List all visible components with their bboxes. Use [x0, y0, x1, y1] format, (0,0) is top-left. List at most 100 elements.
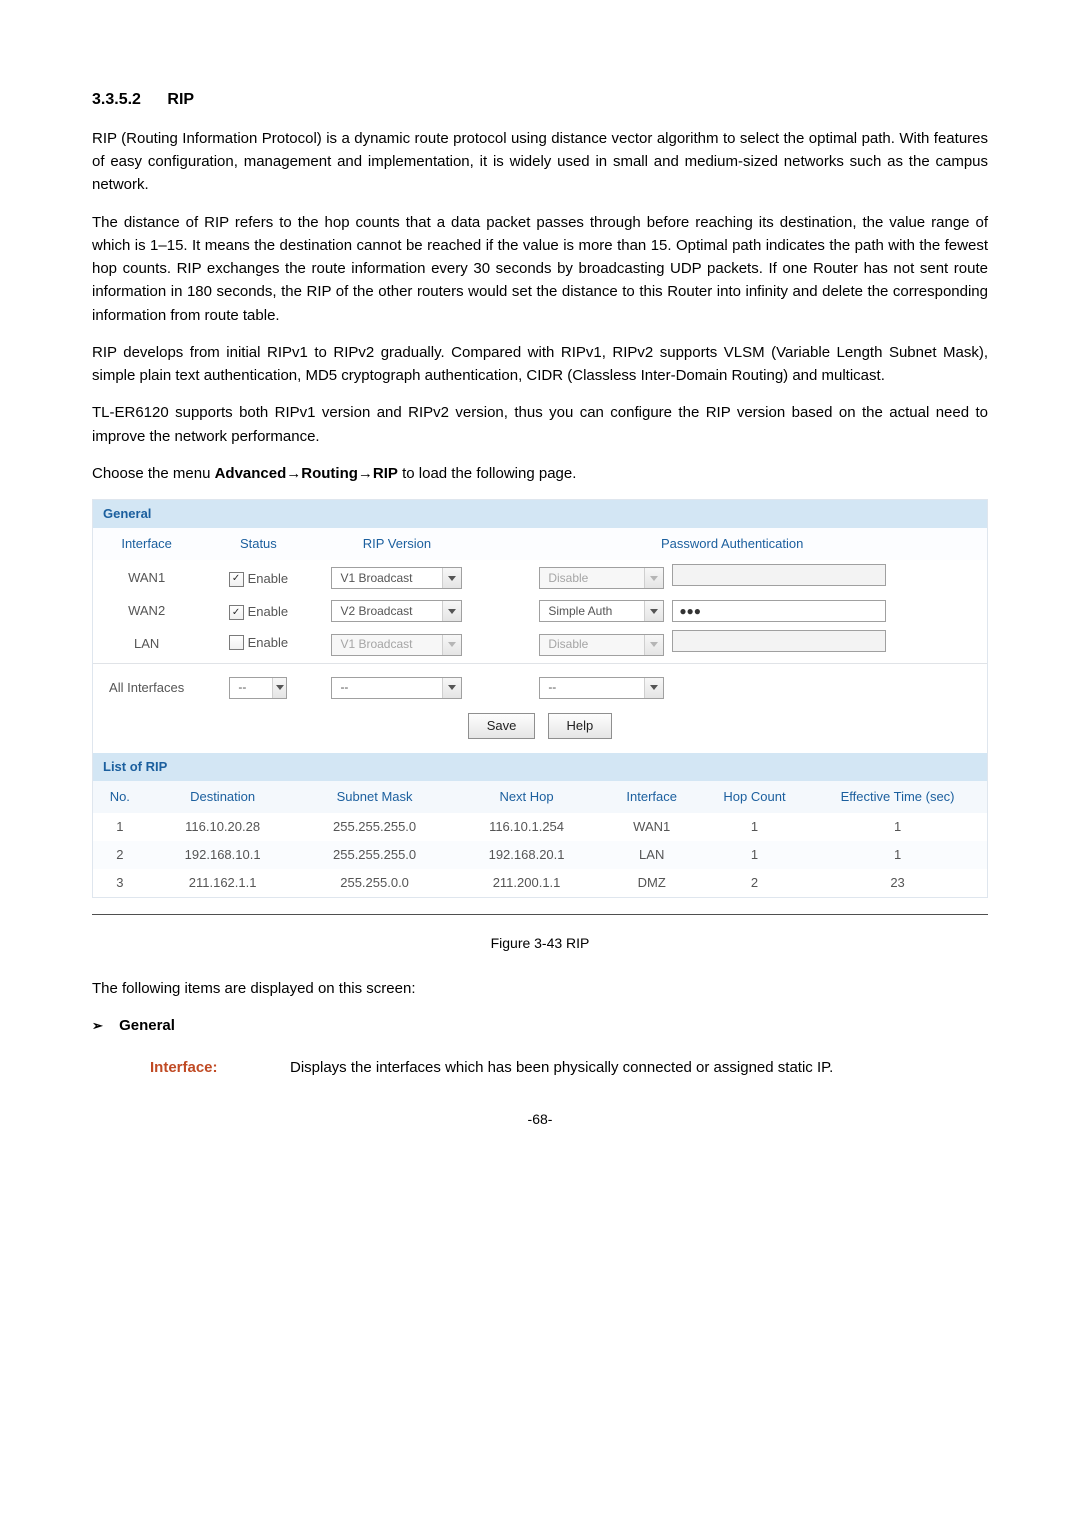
rip-select-wan2[interactable]: V2 Broadcast	[331, 600, 462, 622]
cell-no: 2	[93, 841, 147, 869]
check-icon: ✓	[229, 572, 244, 587]
riplist-row: 3 211.162.1.1 255.255.0.0 211.200.1.1 DM…	[93, 869, 987, 897]
cell-next: 211.200.1.1	[451, 869, 603, 897]
riplist-table: No. Destination Subnet Mask Next Hop Int…	[93, 781, 987, 898]
paragraph-1: RIP (Routing Information Protocol) is a …	[92, 127, 988, 197]
cell-iface: DMZ	[603, 869, 701, 897]
password-input-lan[interactable]	[672, 630, 886, 652]
chevron-down-icon	[644, 678, 663, 698]
general-bullet: ➢ General	[92, 1014, 988, 1037]
col-mask: Subnet Mask	[299, 781, 451, 813]
chevron-down-icon	[442, 568, 461, 588]
cell-next: 192.168.20.1	[451, 841, 603, 869]
auth-select-wan2[interactable]: Simple Auth	[539, 600, 664, 622]
paragraph-4: TL-ER6120 supports both RIPv1 version an…	[92, 401, 988, 448]
general-panel: General Interface Status RIP Version Pas…	[92, 499, 988, 898]
cell-dest: 211.162.1.1	[147, 869, 299, 897]
chevron-down-icon	[442, 601, 461, 621]
save-button[interactable]: Save	[468, 713, 536, 739]
col-rip: RIP Version	[316, 528, 477, 560]
cell-interface: LAN	[93, 626, 200, 663]
riplist-row: 1 116.10.20.28 255.255.255.0 116.10.1.25…	[93, 813, 987, 841]
enable-label: Enable	[248, 569, 288, 589]
all-interfaces-label: All Interfaces	[93, 673, 200, 703]
col-interface: Interface	[93, 528, 200, 560]
page-number: -68-	[92, 1109, 988, 1131]
divider-line	[92, 914, 988, 915]
password-input-wan2[interactable]: ●●●	[672, 600, 886, 622]
cell-hop: 2	[701, 869, 808, 897]
field-description: Displays the interfaces which has been p…	[290, 1056, 988, 1079]
section-heading: 3.3.5.2 RIP	[92, 88, 988, 113]
items-intro: The following items are displayed on thi…	[92, 977, 988, 1000]
cell-mask: 255.255.255.0	[299, 841, 451, 869]
cell-mask: 255.255.0.0	[299, 869, 451, 897]
field-label: Interface:	[150, 1056, 290, 1079]
chevron-down-icon	[272, 678, 287, 698]
chevron-down-icon	[442, 635, 461, 655]
chevron-down-icon	[644, 568, 663, 588]
enable-checkbox-lan[interactable]: Enable	[229, 633, 288, 653]
paragraph-2: The distance of RIP refers to the hop co…	[92, 211, 988, 327]
cell-iface: LAN	[603, 841, 701, 869]
rip-select-value: V1 Broadcast	[332, 569, 442, 588]
col-next: Next Hop	[451, 781, 603, 813]
col-status: Status	[200, 528, 316, 560]
rip-select-value: V2 Broadcast	[332, 602, 442, 621]
col-no: No.	[93, 781, 147, 813]
help-button[interactable]: Help	[548, 713, 613, 739]
col-iface: Interface	[603, 781, 701, 813]
rip-select-lan[interactable]: V1 Broadcast	[331, 634, 462, 656]
menu-suffix: to load the following page.	[398, 465, 576, 482]
section-number: 3.3.5.2	[92, 91, 141, 108]
general-panel-title: General	[93, 500, 987, 528]
cell-no: 1	[93, 813, 147, 841]
auth-select-wan1[interactable]: Disable	[539, 567, 664, 589]
section-title: RIP	[167, 91, 194, 108]
panel-buttons: Save Help	[93, 703, 987, 753]
riplist-row: 2 192.168.10.1 255.255.255.0 192.168.20.…	[93, 841, 987, 869]
general-row-wan2: WAN2 ✓ Enable V2 Broadcast Simple Auth	[93, 596, 987, 626]
cell-no: 3	[93, 869, 147, 897]
auth-select-value: Simple Auth	[540, 602, 644, 621]
enable-label: Enable	[248, 633, 288, 653]
password-input-wan1[interactable]	[672, 564, 886, 586]
cell-next: 116.10.1.254	[451, 813, 603, 841]
enable-checkbox-wan2[interactable]: ✓ Enable	[229, 602, 288, 622]
cell-eff: 1	[808, 813, 987, 841]
riplist-header-row: No. Destination Subnet Mask Next Hop Int…	[93, 781, 987, 813]
cell-hop: 1	[701, 841, 808, 869]
rip-select-wan1[interactable]: V1 Broadcast	[331, 567, 462, 589]
general-header-row: Interface Status RIP Version Password Au…	[93, 528, 987, 560]
cell-eff: 23	[808, 869, 987, 897]
field-interface: Interface: Displays the interfaces which…	[150, 1056, 988, 1079]
all-rip-value: --	[332, 678, 442, 697]
enable-checkbox-wan1[interactable]: ✓ Enable	[229, 569, 288, 589]
cell-iface: WAN1	[603, 813, 701, 841]
figure-caption: Figure 3-43 RIP	[92, 933, 988, 955]
check-icon: ✓	[229, 605, 244, 620]
arrow-icon: ➢	[92, 1016, 103, 1036]
cell-mask: 255.255.255.0	[299, 813, 451, 841]
all-auth-select[interactable]: --	[539, 677, 664, 699]
all-status-select[interactable]: --	[229, 677, 287, 699]
cell-hop: 1	[701, 813, 808, 841]
all-rip-select[interactable]: --	[331, 677, 462, 699]
paragraph-3: RIP develops from initial RIPv1 to RIPv2…	[92, 341, 988, 388]
general-row-all: All Interfaces -- -- --	[93, 673, 987, 703]
rip-select-value: V1 Broadcast	[332, 635, 442, 654]
all-auth-value: --	[540, 678, 644, 697]
cell-interface: WAN2	[93, 596, 200, 626]
general-table: Interface Status RIP Version Password Au…	[93, 528, 987, 702]
cell-eff: 1	[808, 841, 987, 869]
auth-select-value: Disable	[540, 569, 644, 588]
auth-select-lan[interactable]: Disable	[539, 634, 664, 656]
menu-instruction: Choose the menu Advanced→Routing→RIP to …	[92, 462, 988, 485]
enable-label: Enable	[248, 602, 288, 622]
chevron-down-icon	[644, 601, 663, 621]
chevron-down-icon	[644, 635, 663, 655]
check-icon	[229, 635, 244, 650]
cell-interface: WAN1	[93, 560, 200, 596]
divider	[93, 663, 987, 673]
cell-dest: 192.168.10.1	[147, 841, 299, 869]
